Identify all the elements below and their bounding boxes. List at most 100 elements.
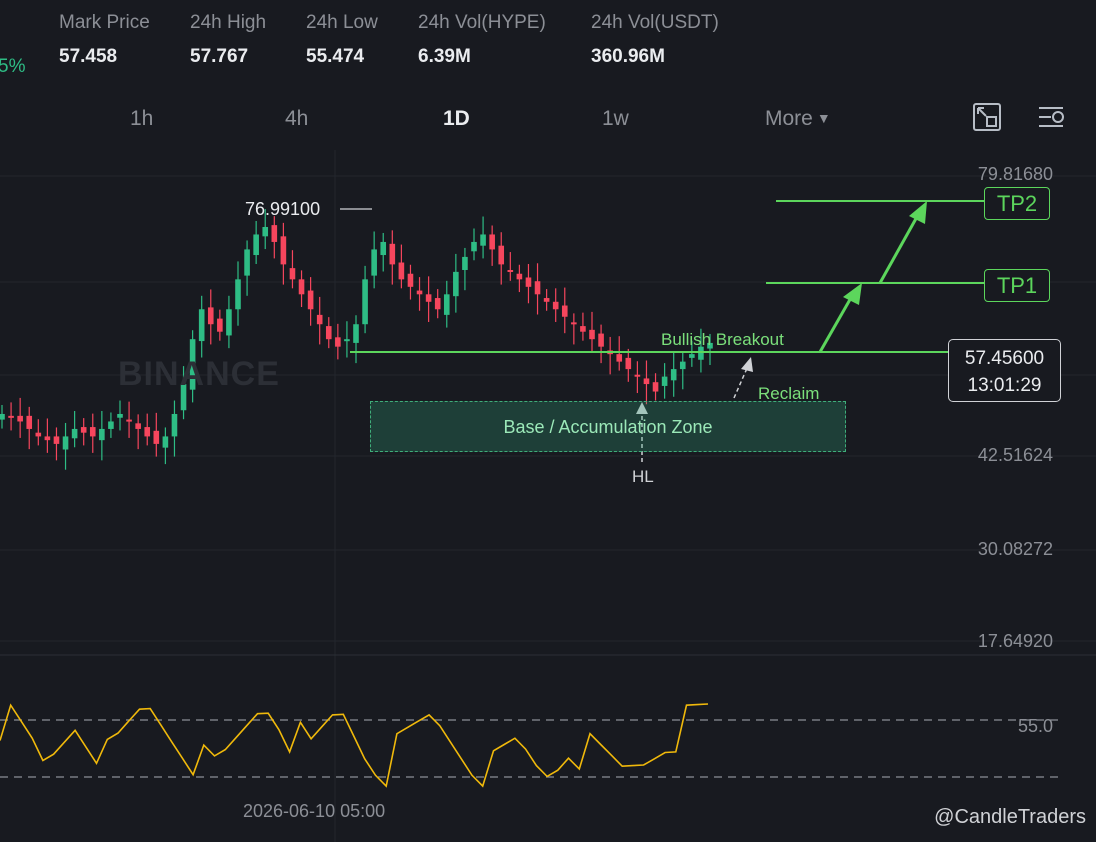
more-timeframes-dropdown[interactable]: More ▼ bbox=[765, 107, 831, 131]
candle-body bbox=[144, 427, 151, 437]
tab-1d[interactable]: 1D bbox=[443, 107, 470, 131]
candle-body bbox=[561, 305, 568, 317]
candle-body bbox=[362, 279, 368, 325]
candle-body bbox=[498, 245, 505, 265]
y-axis-label: 42.51624 bbox=[977, 445, 1053, 465]
candle-body bbox=[571, 322, 577, 325]
candle-body bbox=[580, 326, 586, 332]
candle-body bbox=[353, 324, 359, 343]
candle-body bbox=[298, 279, 305, 295]
candle-body bbox=[434, 298, 441, 310]
candle-body bbox=[244, 249, 250, 276]
author-credit: @CandleTraders bbox=[934, 806, 1086, 828]
candle-body bbox=[380, 241, 387, 256]
stat-24h-vol-usdt: 24h Vol(USDT) 360.96M bbox=[591, 12, 719, 68]
candle-body bbox=[534, 281, 541, 295]
candle-body bbox=[62, 436, 69, 450]
stat-24h-vol-hype: 24h Vol(HYPE) 6.39M bbox=[418, 12, 546, 68]
candle-body bbox=[616, 354, 623, 362]
candle-body bbox=[543, 298, 550, 302]
candle-body bbox=[634, 374, 641, 377]
stat-24h-low: 24h Low 55.474 bbox=[306, 12, 378, 68]
y-axis-label: 79.81680 bbox=[977, 164, 1053, 184]
candle-body bbox=[489, 234, 495, 250]
arrowhead-icon bbox=[909, 201, 927, 224]
candle-body bbox=[17, 415, 23, 422]
more-label: More bbox=[765, 107, 813, 130]
current-price: 57.45600 bbox=[964, 348, 1045, 369]
candle-body bbox=[99, 428, 105, 441]
candle-body bbox=[661, 376, 668, 386]
candle-body bbox=[453, 271, 459, 297]
chart-layout-icon[interactable] bbox=[972, 102, 1002, 132]
projection-arrow bbox=[878, 214, 920, 284]
candle-body bbox=[153, 430, 160, 444]
projection-arrow bbox=[818, 295, 854, 353]
candle-body bbox=[235, 279, 241, 310]
candle-body bbox=[416, 290, 423, 295]
candle-body bbox=[462, 256, 468, 270]
stat-label: 24h Low bbox=[306, 12, 378, 33]
candle-body bbox=[253, 234, 259, 256]
stat-label: 24h Vol(USDT) bbox=[591, 12, 719, 33]
candle-body bbox=[89, 427, 96, 437]
tab-1w[interactable]: 1w bbox=[602, 107, 629, 131]
arrowhead-icon bbox=[741, 357, 753, 372]
candle-body bbox=[289, 268, 296, 280]
tab-1h[interactable]: 1h bbox=[130, 107, 153, 131]
candle-body bbox=[44, 436, 51, 441]
stat-value: 360.96M bbox=[591, 46, 665, 67]
candle-body bbox=[625, 357, 632, 370]
candle-body bbox=[425, 294, 432, 302]
candle-body bbox=[280, 236, 287, 265]
stat-label: 24h High bbox=[190, 12, 267, 33]
candle-body bbox=[443, 294, 450, 315]
tab-4h[interactable]: 4h bbox=[285, 107, 308, 131]
stat-value: 55.474 bbox=[306, 46, 365, 67]
peak-price-label: 76.99100 bbox=[245, 199, 321, 219]
y-axis-label: 30.08272 bbox=[977, 539, 1053, 559]
candle-body bbox=[307, 290, 314, 310]
candle-body bbox=[407, 273, 414, 287]
stat-mark-price: Mark Price 57.458 bbox=[59, 12, 150, 68]
time-axis-label: 2026-06-10 05:00 bbox=[243, 801, 386, 821]
candle-body bbox=[335, 337, 341, 347]
candle-body bbox=[344, 339, 350, 342]
candle-body bbox=[679, 361, 686, 370]
candle-body bbox=[371, 249, 377, 276]
rsi-level-label: 55.0 bbox=[1017, 716, 1053, 736]
market-stats-bar: 5% Mark Price 57.458 24h High 57.767 24h… bbox=[0, 0, 1096, 80]
candle-countdown: 13:01:29 bbox=[967, 375, 1042, 396]
candle-body bbox=[217, 318, 223, 332]
candle-body bbox=[325, 326, 332, 340]
bullish-breakout-label: Bullish Breakout bbox=[661, 330, 784, 349]
candle-body bbox=[198, 309, 205, 342]
arrowhead-icon bbox=[843, 283, 862, 305]
candle-body bbox=[171, 413, 178, 437]
candle-body bbox=[35, 432, 42, 437]
candle-body bbox=[135, 423, 141, 429]
candle-body bbox=[71, 428, 78, 439]
stat-value: 57.458 bbox=[59, 46, 118, 67]
candle-body bbox=[53, 436, 60, 444]
candle-body bbox=[652, 382, 659, 392]
candle-body bbox=[398, 262, 405, 280]
accumulation-zone: Base / Accumulation Zone bbox=[370, 401, 846, 452]
stat-label: 24h Vol(HYPE) bbox=[418, 12, 546, 33]
stat-value: 57.767 bbox=[190, 46, 249, 67]
candle-body bbox=[226, 309, 232, 336]
candle-body bbox=[0, 413, 5, 420]
reclaim-arrow bbox=[733, 365, 749, 399]
indicator-settings-icon[interactable] bbox=[1037, 102, 1067, 132]
candle-body bbox=[480, 234, 486, 246]
tp1-label: TP1 bbox=[984, 269, 1050, 302]
candle-body bbox=[117, 413, 123, 418]
tp2-label: TP2 bbox=[984, 187, 1050, 220]
candle-body bbox=[316, 314, 323, 325]
timeframe-tabs: 1h 4h 1D 1w bbox=[0, 95, 1096, 143]
y-axis-label: 17.64920 bbox=[977, 631, 1053, 651]
candle-body bbox=[207, 307, 214, 325]
stat-24h-high: 24h High 57.767 bbox=[190, 12, 266, 68]
candle-body bbox=[26, 415, 33, 429]
higher-low-label: HL bbox=[632, 467, 654, 486]
